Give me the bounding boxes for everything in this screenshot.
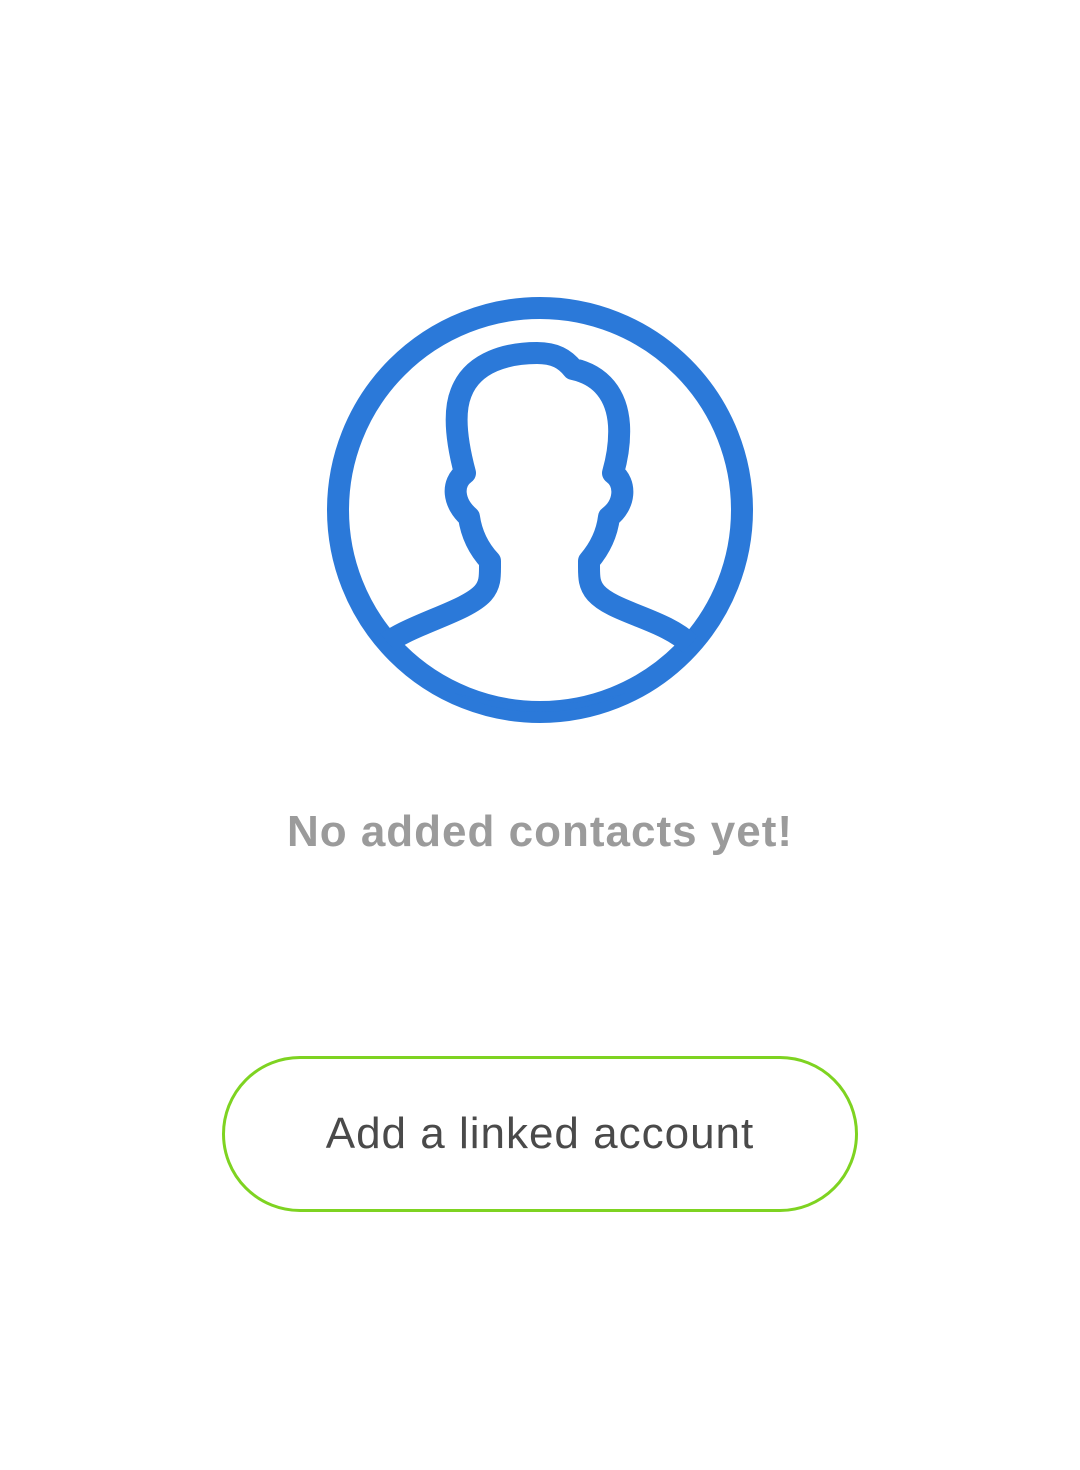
- person-silhouette-icon: [325, 295, 755, 725]
- add-linked-account-button[interactable]: Add a linked account: [222, 1056, 858, 1212]
- add-linked-account-label: Add a linked account: [325, 1109, 755, 1158]
- contacts-empty-screen: No added contacts yet! Add a linked acco…: [0, 0, 1080, 1470]
- empty-contacts-message: No added contacts yet!: [286, 807, 794, 856]
